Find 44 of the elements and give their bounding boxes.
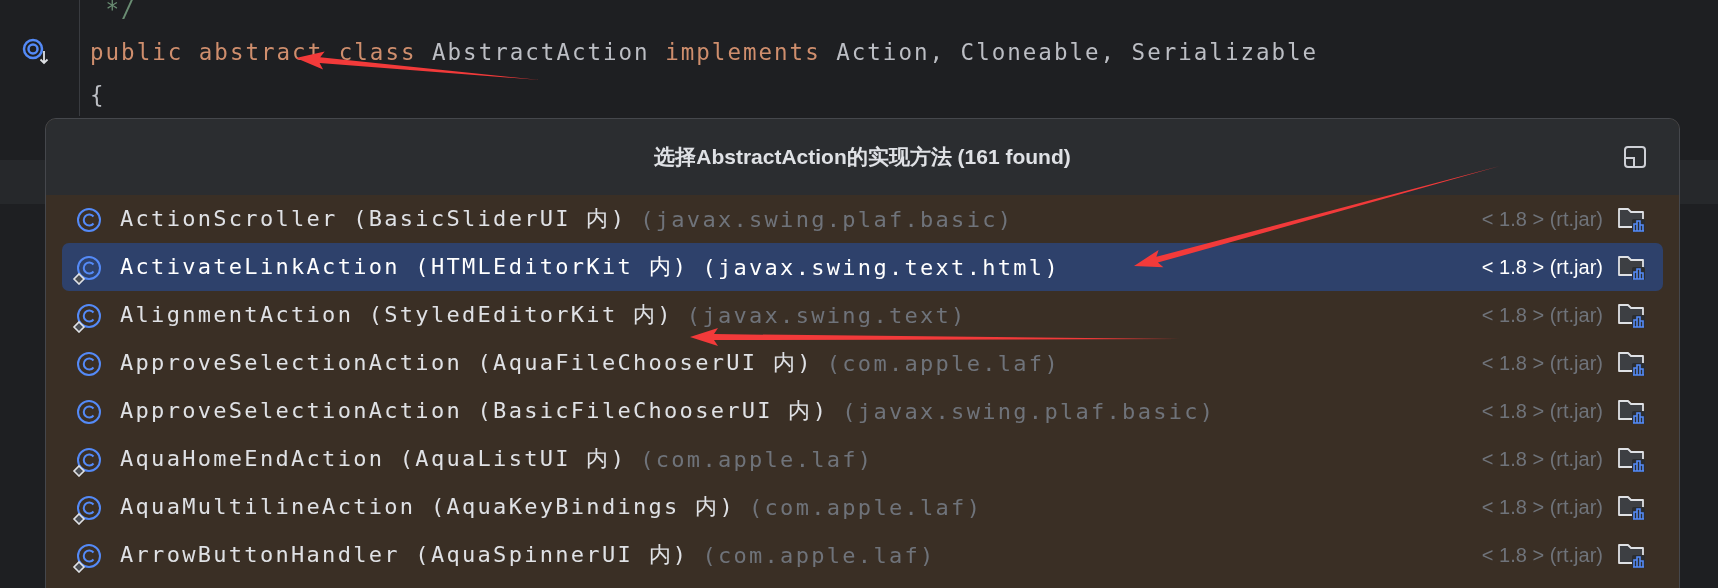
class-name: ActionScroller (BasicSliderUI 内): [120, 205, 627, 233]
result-row[interactable]: AquaMultilineAction (AquaKeyBindings 内) (com.apple.laf) < 1.8 > (rt.jar): [62, 483, 1663, 531]
library-version: < 1.8 > (rt.jar): [1481, 543, 1603, 567]
package-name: (com.apple.laf): [749, 494, 983, 520]
library-folder-icon: [1617, 205, 1647, 233]
library-version: < 1.8 > (rt.jar): [1481, 303, 1603, 327]
result-row[interactable]: ApproveSelectionAction (BasicFileChooserUI 内) (javax.swing.plaf.basic) < 1.8 > (rt.jar): [62, 387, 1663, 435]
popup-title: 选择AbstractAction的实现方法 (161 found): [654, 144, 1071, 170]
code-line: */: [104, 0, 137, 22]
result-row[interactable]: AquaHomeEndAction (AquaListUI 内) (com.apple.laf) < 1.8 > (rt.jar): [62, 435, 1663, 483]
library-folder-icon: [1617, 301, 1647, 329]
class-name: AlignmentAction (StyledEditorKit 内): [120, 301, 673, 329]
code-line: {: [90, 81, 106, 108]
library-version: < 1.8 > (rt.jar): [1481, 255, 1603, 279]
package-name: (javax.swing.plaf.basic): [640, 206, 1014, 232]
result-row[interactable]: ApproveSelectionAction (AquaFileChooserUI 内) (com.apple.laf) < 1.8 > (rt.jar): [62, 339, 1663, 387]
class-name: AquaMultilineAction (AquaKeyBindings 内): [120, 493, 735, 521]
library-version: < 1.8 > (rt.jar): [1481, 447, 1603, 471]
class-name: ArrowButtonHandler (AquaSpinnerUI 内): [120, 541, 689, 569]
library-version: < 1.8 > (rt.jar): [1481, 399, 1603, 423]
result-row[interactable]: ArrowButtonHandler (AquaSpinnerUI 内) (com.apple.laf) < 1.8 > (rt.jar): [62, 531, 1663, 579]
library-folder-icon: [1617, 445, 1647, 473]
class-name: ActivateLinkAction (HTMLEditorKit 内): [120, 253, 689, 281]
package-name: (com.apple.laf): [702, 542, 936, 568]
package-name: (com.apple.laf): [640, 446, 874, 472]
package-name: (javax.swing.plaf.basic): [842, 398, 1216, 424]
library-folder-icon: [1617, 493, 1647, 521]
package-name: (javax.swing.text): [686, 302, 967, 328]
result-row[interactable]: AlignmentAction (StyledEditorKit 内) (javax.swing.text) < 1.8 > (rt.jar): [62, 291, 1663, 339]
class-name: ApproveSelectionAction (AquaFileChooserUI 内): [120, 349, 813, 377]
library-version: < 1.8 > (rt.jar): [1481, 495, 1603, 519]
class-name: AquaHomeEndAction (AquaListUI 内): [120, 445, 627, 473]
package-name: (javax.swing.text.html): [702, 254, 1060, 280]
package-name: (com.apple.laf): [826, 350, 1060, 376]
library-version: < 1.8 > (rt.jar): [1481, 351, 1603, 375]
result-row[interactable]: ActivateLinkAction (HTMLEditorKit 内) (javax.swing.text.html) < 1.8 > (rt.jar): [62, 243, 1663, 291]
class-name: ApproveSelectionAction (BasicFileChooserUI 内): [120, 397, 829, 425]
open-in-panel-icon[interactable]: [1623, 145, 1647, 169]
library-folder-icon: [1617, 349, 1647, 377]
library-folder-icon: [1617, 253, 1647, 281]
library-folder-icon: [1617, 541, 1647, 569]
library-version: < 1.8 > (rt.jar): [1481, 207, 1603, 231]
implemented-icon[interactable]: [22, 37, 50, 66]
library-folder-icon: [1617, 397, 1647, 425]
